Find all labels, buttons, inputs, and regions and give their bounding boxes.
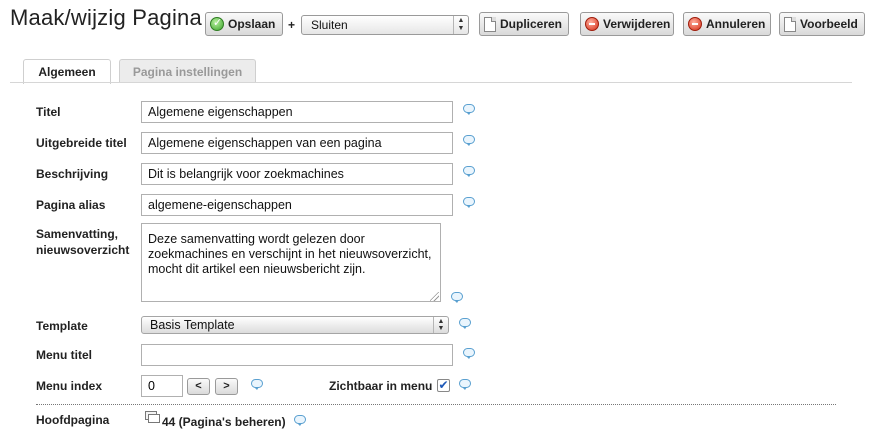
duplicate-button[interactable]: Dupliceren: [479, 12, 569, 36]
preview-button-label: Voorbeeld: [800, 17, 858, 31]
help-bubble-icon[interactable]: [451, 292, 463, 303]
cancel-button-label: Annuleren: [706, 17, 766, 31]
menu-index-next-button[interactable]: >: [215, 378, 238, 395]
alias-label: Pagina alias: [36, 198, 106, 212]
menu-title-input[interactable]: [141, 344, 453, 366]
help-bubble-icon[interactable]: [463, 135, 475, 146]
cancel-button[interactable]: Annuleren: [683, 12, 771, 36]
help-bubble-icon[interactable]: [463, 166, 475, 177]
title-label: Titel: [36, 105, 61, 119]
menu-index-label: Menu index: [36, 379, 103, 393]
template-select[interactable]: Basis Template ▲ ▼: [141, 316, 449, 334]
summary-label-line1: Samenvatting,: [36, 227, 119, 241]
help-bubble-icon[interactable]: [459, 379, 471, 390]
document-icon: [784, 16, 796, 32]
help-bubble-icon[interactable]: [463, 197, 475, 208]
template-select-value: Basis Template: [150, 318, 235, 332]
extended-title-label: Uitgebreide titel: [36, 136, 127, 150]
save-button-label: Opslaan: [228, 17, 276, 31]
extended-title-input[interactable]: [141, 132, 453, 154]
visible-in-menu-checkbox[interactable]: ✔: [437, 379, 450, 392]
help-bubble-icon[interactable]: [294, 415, 306, 426]
title-input[interactable]: [141, 101, 453, 123]
windows-icon: [145, 411, 161, 424]
check-circle-icon: [210, 16, 224, 31]
toolbar: Maak/wijzig Pagina Opslaan + Sluiten ▲▼ …: [0, 0, 870, 46]
help-bubble-icon[interactable]: [459, 318, 471, 329]
delete-button-label: Verwijderen: [603, 17, 671, 31]
minus-circle-icon: [585, 17, 599, 31]
parent-page-label: Hoofdpagina: [36, 413, 110, 427]
save-button[interactable]: Opslaan: [205, 12, 283, 36]
help-bubble-icon[interactable]: [463, 348, 475, 359]
description-input[interactable]: [141, 163, 453, 185]
page-title: Maak/wijzig Pagina: [10, 5, 202, 30]
template-label: Template: [36, 319, 88, 333]
description-label: Beschrijving: [36, 167, 109, 181]
document-icon: [484, 16, 496, 32]
red-circle-icon: [688, 17, 702, 31]
menu-index-input[interactable]: [141, 375, 183, 397]
help-bubble-icon[interactable]: [463, 104, 475, 115]
tab-divider: [10, 82, 852, 83]
preview-button[interactable]: Voorbeeld: [779, 12, 865, 36]
menu-index-prev-button[interactable]: <: [187, 378, 210, 395]
tab-general[interactable]: Algemeen: [23, 59, 111, 84]
summary-textarea[interactable]: Deze samenvatting wordt gelezen door zoe…: [141, 223, 441, 302]
resize-grip-icon[interactable]: [430, 292, 439, 301]
select-arrows-icon: ▲ ▼: [453, 16, 468, 34]
help-bubble-icon[interactable]: [251, 379, 263, 390]
tab-page-settings[interactable]: Pagina instellingen: [119, 59, 256, 83]
alias-input[interactable]: [141, 194, 453, 216]
select-arrows-icon: ▲ ▼: [433, 317, 448, 333]
parent-page-link[interactable]: 44 (Pagina's beheren): [162, 415, 286, 429]
duplicate-button-label: Dupliceren: [500, 17, 563, 31]
menu-title-label: Menu titel: [36, 348, 92, 362]
plus-sign: +: [288, 18, 296, 32]
visible-in-menu-label: Zichtbaar in menu: [329, 379, 433, 393]
summary-label-line2: nieuwsoverzicht: [36, 243, 130, 257]
delete-button[interactable]: Verwijderen: [580, 12, 674, 36]
dotted-divider: [36, 404, 836, 405]
close-action-select-value: Sluiten: [311, 18, 348, 32]
close-action-select[interactable]: Sluiten ▲ ▼: [301, 15, 469, 35]
